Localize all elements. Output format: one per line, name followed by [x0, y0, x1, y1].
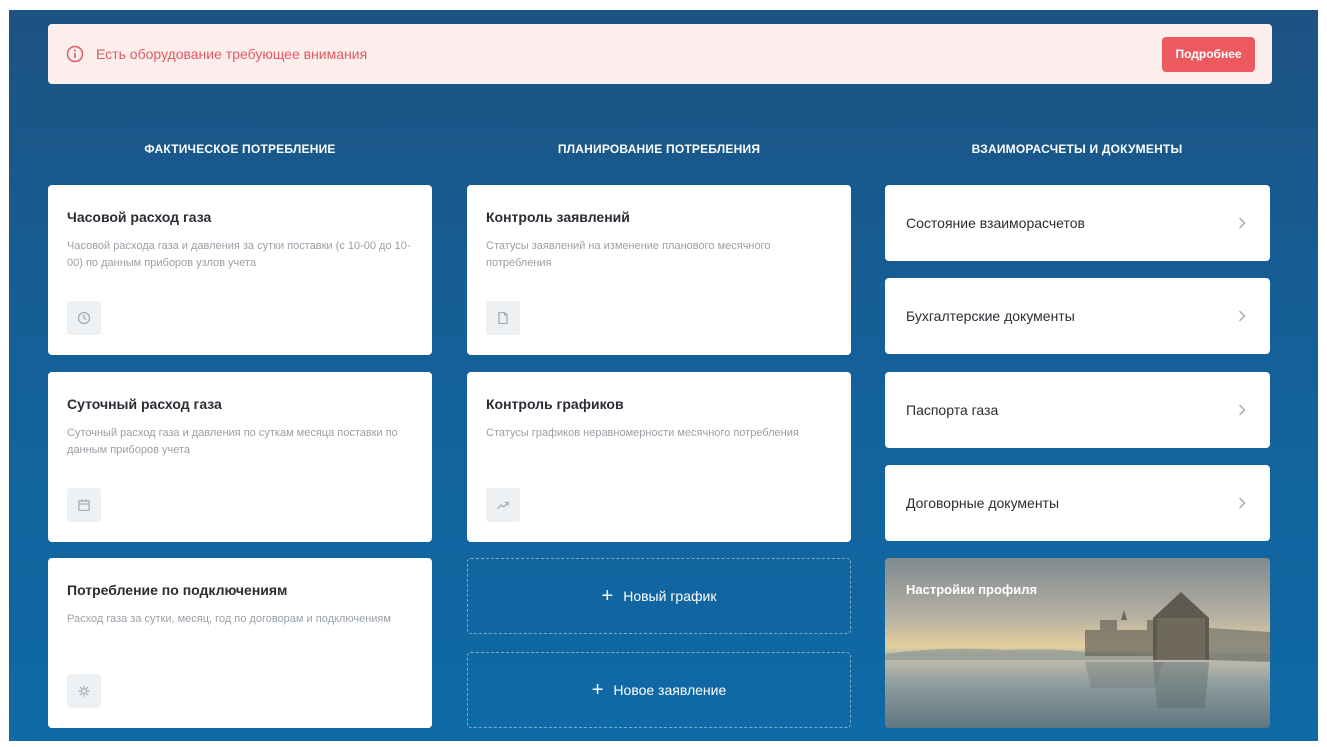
- link-label: Бухгалтерские документы: [906, 308, 1075, 324]
- new-schedule-label: Новый график: [623, 588, 717, 604]
- plus-icon: +: [591, 679, 604, 701]
- profile-settings-label: Настройки профиля: [906, 582, 1038, 597]
- card-description: Статусы графиков неравномерности месячно…: [486, 427, 799, 439]
- new-application-label: Новое заявление: [613, 682, 727, 698]
- card-title: Потребление по подключениям: [67, 582, 288, 598]
- card-description: Суточный расход газа и давления по сутка…: [67, 427, 398, 456]
- card-description: Расход газа за сутки, месяц, год по дого…: [67, 613, 391, 625]
- connection-icon: [67, 674, 101, 708]
- card-title: Часовой расход газа: [67, 209, 212, 225]
- document-icon: [486, 301, 520, 335]
- bottom-frame: [0, 741, 1327, 747]
- card-title: Суточный расход газа: [67, 396, 222, 412]
- trend-icon: [486, 488, 520, 522]
- applications-control-card[interactable]: Контроль заявлений Статусы заявлений на …: [467, 185, 851, 355]
- link-label: Договорные документы: [906, 495, 1060, 511]
- heading-consumption-planning: ПЛАНИРОВАНИЕ ПОТРЕБЛЕНИЯ: [557, 142, 761, 156]
- card-title: Контроль заявлений: [486, 209, 630, 225]
- heading-actual-consumption: ФАКТИЧЕСКОЕ ПОТРЕБЛЕНИЕ: [144, 142, 336, 156]
- chevron-right-icon: [1235, 496, 1249, 510]
- card-title: Контроль графиков: [486, 396, 624, 412]
- contract-documents-link[interactable]: Договорные документы: [885, 465, 1270, 541]
- gas-passports-link[interactable]: Паспорта газа: [885, 372, 1270, 448]
- plus-icon: +: [601, 585, 614, 607]
- profile-settings-card[interactable]: Настройки профиля: [885, 558, 1270, 728]
- info-icon: [66, 45, 84, 63]
- calendar-icon: [67, 488, 101, 522]
- equipment-alert: Есть оборудование требующее внимания Под…: [48, 24, 1272, 84]
- left-frame: [0, 0, 9, 747]
- chevron-right-icon: [1235, 216, 1249, 230]
- alert-message: Есть оборудование требующее внимания: [96, 46, 368, 62]
- chevron-right-icon: [1235, 309, 1249, 323]
- clock-icon: [67, 301, 101, 335]
- heading-settlements-documents: ВЗАИМОРАСЧЕТЫ И ДОКУМЕНТЫ: [971, 142, 1183, 156]
- new-application-button[interactable]: + Новое заявление: [467, 652, 851, 728]
- top-frame: [0, 0, 1327, 10]
- new-schedule-button[interactable]: + Новый график: [467, 558, 851, 634]
- card-description: Часовой расхода газа и давления за сутки…: [67, 240, 411, 269]
- settlements-status-link[interactable]: Состояние взаиморасчетов: [885, 185, 1270, 261]
- link-label: Паспорта газа: [906, 402, 999, 418]
- accounting-documents-link[interactable]: Бухгалтерские документы: [885, 278, 1270, 354]
- chevron-right-icon: [1235, 403, 1249, 417]
- daily-gas-card[interactable]: Суточный расход газа Суточный расход газ…: [48, 372, 432, 542]
- right-frame: [1318, 0, 1327, 747]
- connection-consumption-card[interactable]: Потребление по подключениям Расход газа …: [48, 558, 432, 728]
- hourly-gas-card[interactable]: Часовой расход газа Часовой расхода газа…: [48, 185, 432, 355]
- link-label: Состояние взаиморасчетов: [906, 215, 1085, 231]
- card-description: Статусы заявлений на изменение планового…: [486, 240, 771, 269]
- details-button[interactable]: Подробнее: [1162, 36, 1255, 72]
- schedules-control-card[interactable]: Контроль графиков Статусы графиков нерав…: [467, 372, 851, 542]
